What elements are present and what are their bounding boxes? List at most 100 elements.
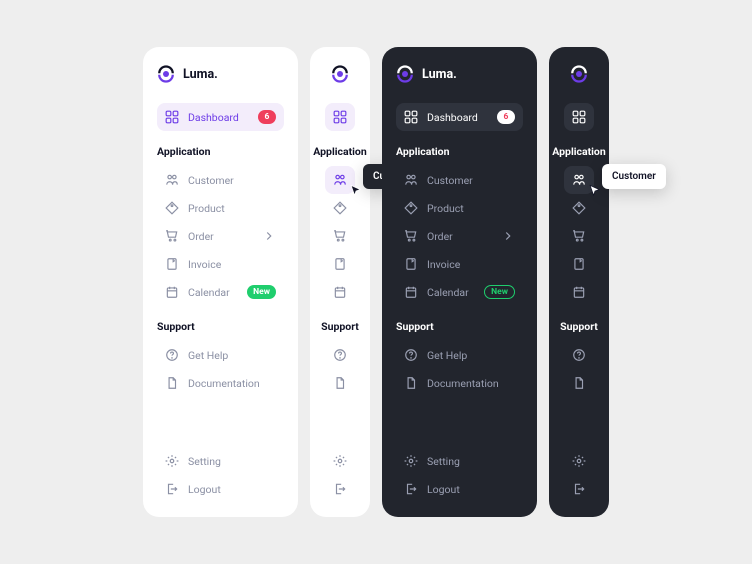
nav-order[interactable]: Order	[157, 222, 284, 250]
nav-calendar[interactable]: Calendar New	[157, 278, 284, 306]
spacer	[396, 397, 523, 447]
nav-calendar[interactable]	[564, 278, 594, 306]
nav-label: Get Help	[188, 349, 228, 362]
users-icon	[404, 173, 418, 187]
dashboard-badge: 6	[497, 110, 515, 124]
nav-help[interactable]	[564, 341, 594, 369]
nav-invoice[interactable]	[564, 250, 594, 278]
tag-icon	[572, 201, 586, 215]
nav-label: Setting	[427, 455, 460, 468]
nav-invoice[interactable]: Invoice	[396, 250, 523, 278]
nav-order[interactable]: Order	[396, 222, 523, 250]
section-support: Support	[157, 320, 284, 333]
nav-docs[interactable]	[564, 369, 594, 397]
nav-label: Product	[427, 202, 464, 215]
sidebar-light-expanded: Luma. Dashboard 6 Application Customer P…	[143, 47, 298, 517]
help-icon	[165, 348, 179, 362]
nav-label: Get Help	[427, 349, 467, 362]
cart-icon	[165, 229, 179, 243]
nav-help[interactable]: Get Help	[157, 341, 284, 369]
nav-logout[interactable]	[325, 475, 355, 503]
calendar-icon	[165, 285, 179, 299]
nav-customer[interactable]: Customer	[157, 166, 284, 194]
tag-icon	[165, 201, 179, 215]
nav-dashboard[interactable]: Dashboard 6	[396, 103, 523, 131]
calendar-icon	[404, 285, 418, 299]
chevron-right-icon	[501, 229, 515, 243]
nav-label: Setting	[188, 455, 221, 468]
dashboard-badge: 6	[258, 110, 276, 124]
doc-icon	[333, 376, 347, 390]
nav-customer[interactable]: Customer	[564, 166, 594, 194]
nav-label: Invoice	[188, 258, 221, 271]
nav-product[interactable]	[564, 194, 594, 222]
gear-icon	[404, 454, 418, 468]
nav-setting[interactable]: Setting	[396, 447, 523, 475]
nav-logout[interactable]: Logout	[157, 475, 284, 503]
dashboard-icon	[333, 110, 347, 124]
nav-order[interactable]	[325, 222, 355, 250]
sidebar-dark-expanded: Luma. Dashboard 6 Application Customer P…	[382, 47, 537, 517]
nav-dashboard[interactable]	[325, 103, 355, 131]
tag-icon	[333, 201, 347, 215]
calendar-icon	[572, 285, 586, 299]
invoice-icon	[572, 257, 586, 271]
nav-setting[interactable]: Setting	[157, 447, 284, 475]
nav-calendar[interactable]	[325, 278, 355, 306]
nav-calendar[interactable]: CalendarNew	[396, 278, 523, 306]
brand: Luma.	[157, 65, 284, 83]
doc-icon	[165, 376, 179, 390]
gear-icon	[165, 454, 179, 468]
nav-invoice[interactable]	[325, 250, 355, 278]
calendar-icon	[333, 285, 347, 299]
invoice-icon	[404, 257, 418, 271]
gear-icon	[572, 454, 586, 468]
brand: Luma.	[396, 65, 523, 83]
section-support: Support	[321, 320, 359, 333]
dashboard-icon	[165, 110, 179, 124]
nav-label: Product	[188, 202, 225, 215]
nav-invoice[interactable]: Invoice	[157, 250, 284, 278]
invoice-icon	[333, 257, 347, 271]
nav-label: Calendar	[188, 286, 230, 299]
nav-docs[interactable]	[325, 369, 355, 397]
nav-help[interactable]	[325, 341, 355, 369]
nav-product[interactable]: Product	[157, 194, 284, 222]
nav-product[interactable]	[325, 194, 355, 222]
nav-label: Logout	[188, 483, 221, 496]
tag-icon	[404, 201, 418, 215]
logo-icon	[331, 65, 349, 83]
nav-logout[interactable]: Logout	[396, 475, 523, 503]
gear-icon	[333, 454, 347, 468]
cart-icon	[333, 229, 347, 243]
nav-help[interactable]: Get Help	[396, 341, 523, 369]
sidebar-dark-collapsed: Application Customer Support	[549, 47, 609, 517]
nav-docs[interactable]: Documentation	[396, 369, 523, 397]
nav-docs[interactable]: Documentation	[157, 369, 284, 397]
nav-setting[interactable]	[325, 447, 355, 475]
nav-product[interactable]: Product	[396, 194, 523, 222]
section-application: Application	[552, 145, 606, 158]
tooltip-customer: Customer	[602, 164, 666, 189]
cart-icon	[404, 229, 418, 243]
brand	[331, 65, 349, 83]
nav-label: Customer	[427, 174, 473, 187]
nav-dashboard[interactable]: Dashboard 6	[157, 103, 284, 131]
spacer	[157, 397, 284, 447]
help-icon	[572, 348, 586, 362]
nav-setting[interactable]	[564, 447, 594, 475]
logo-icon	[157, 65, 175, 83]
nav-customer[interactable]: Customer	[325, 166, 355, 194]
nav-dashboard[interactable]	[564, 103, 594, 131]
calendar-badge: New	[247, 285, 276, 299]
nav-label: Documentation	[427, 377, 499, 390]
nav-order[interactable]	[564, 222, 594, 250]
brand-name: Luma.	[183, 67, 218, 82]
nav-logout[interactable]	[564, 475, 594, 503]
chevron-right-icon	[262, 229, 276, 243]
nav-customer[interactable]: Customer	[396, 166, 523, 194]
sidebar-light-collapsed: Application Customer Support	[310, 47, 370, 517]
nav-label: Calendar	[427, 286, 469, 299]
logout-icon	[572, 482, 586, 496]
logout-icon	[165, 482, 179, 496]
